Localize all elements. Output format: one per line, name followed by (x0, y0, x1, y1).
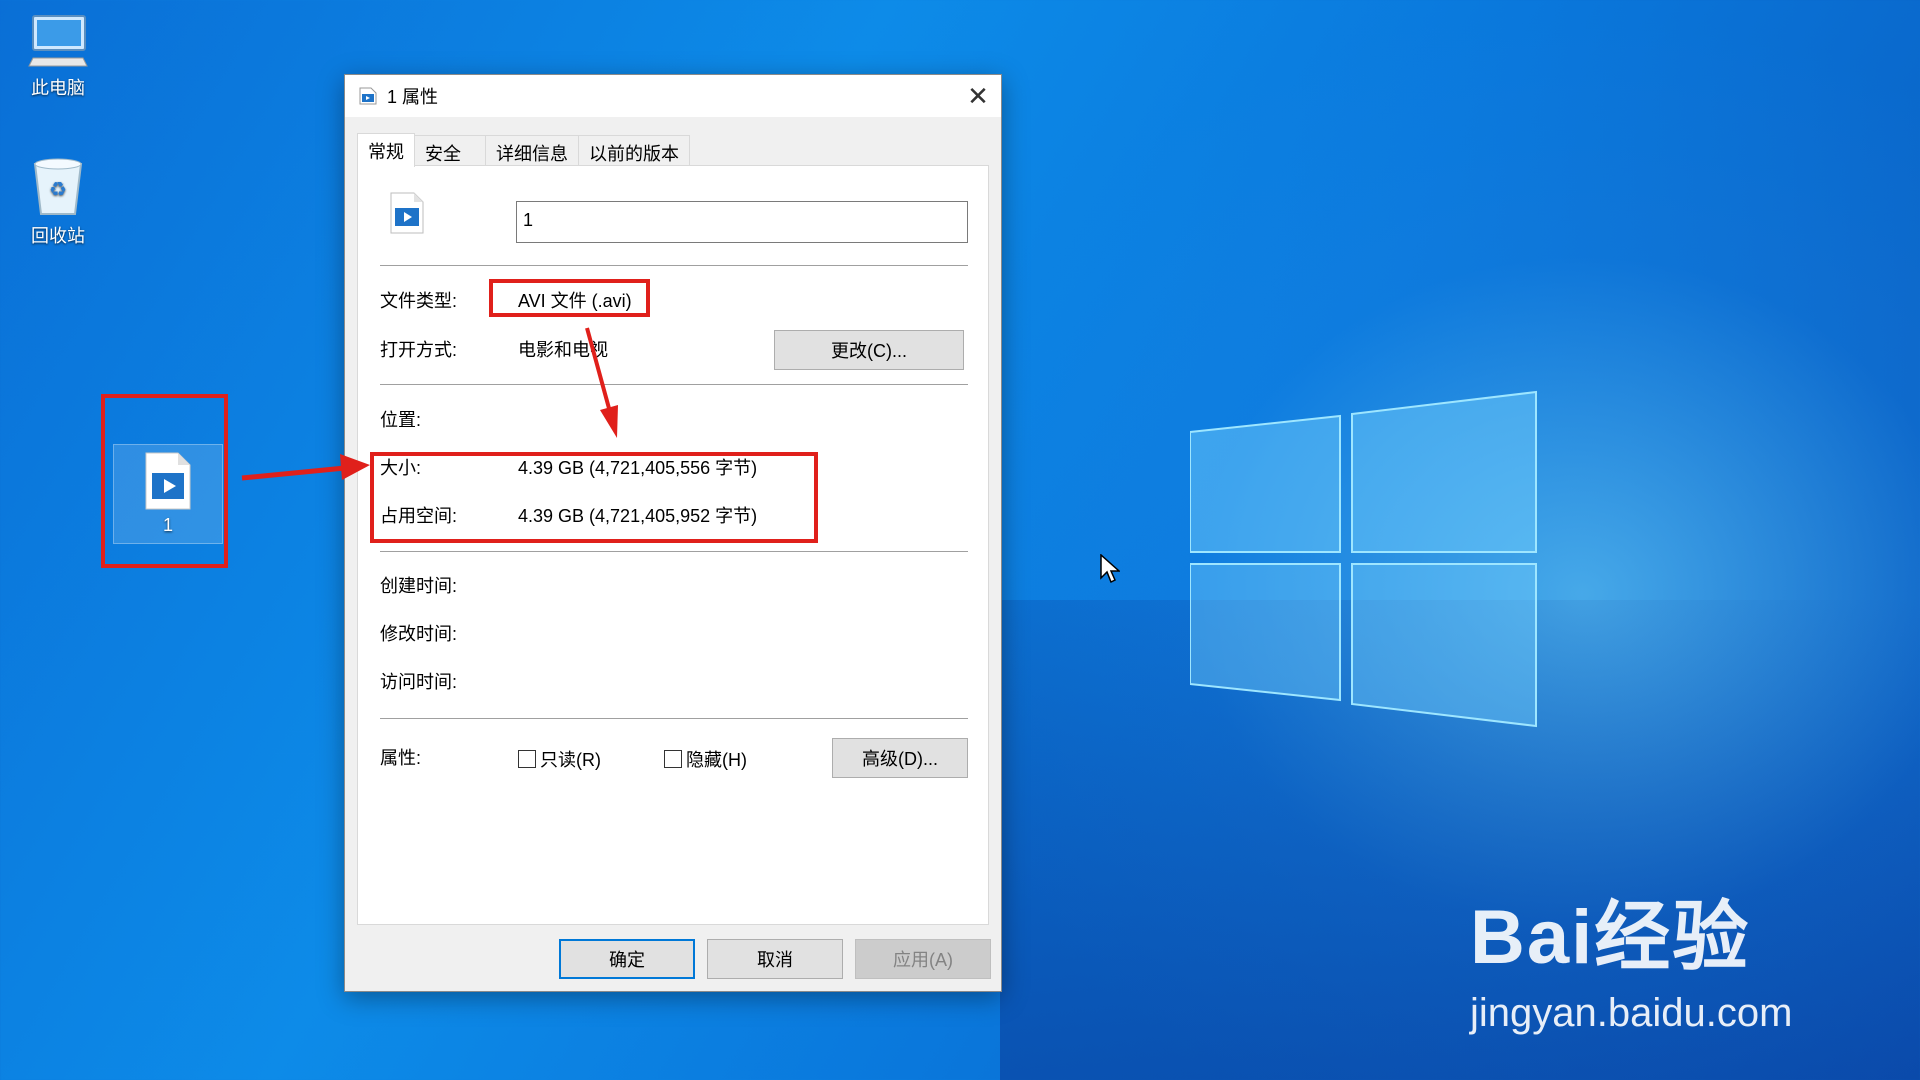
ok-button[interactable]: 确定 (559, 939, 695, 979)
change-button[interactable]: 更改(C)... (774, 330, 964, 370)
attributes-label: 属性: (380, 748, 422, 768)
location-label: 位置: (380, 410, 422, 430)
video-file-icon (390, 192, 424, 234)
advanced-button[interactable]: 高级(D)... (832, 738, 968, 778)
checkbox-box[interactable] (518, 750, 536, 768)
file-type-label: 文件类型: (380, 291, 458, 311)
filename-input[interactable]: 1 (516, 201, 968, 243)
readonly-checkbox[interactable]: 只读(R) (518, 746, 601, 772)
accessed-label: 访问时间: (380, 672, 458, 692)
recycle-bin-icon: ♻ (33, 158, 83, 215)
divider (380, 265, 968, 266)
dialog-title: 1 属性 (387, 87, 439, 107)
annotation-box-file-icon (101, 394, 228, 568)
desktop-icon-label: 此电脑 (31, 78, 85, 98)
hidden-label: 隐藏(H) (686, 750, 747, 770)
divider (380, 384, 968, 385)
watermark-brand: Bai经验 (1470, 895, 1751, 980)
general-panel: 1 文件类型: AVI 文件 (.avi) 打开方式: 电影和电视 更改(C).… (357, 165, 989, 925)
divider (380, 718, 968, 719)
tab-previous-versions[interactable]: 以前的版本 (578, 135, 690, 165)
opens-with-value: 电影和电视 (518, 340, 608, 360)
close-button[interactable]: ✕ (955, 75, 1001, 117)
checkbox-box[interactable] (664, 750, 682, 768)
tab-details[interactable]: 详细信息 (485, 135, 579, 165)
hidden-checkbox[interactable]: 隐藏(H) (664, 746, 747, 772)
cancel-button[interactable]: 取消 (707, 939, 843, 979)
computer-icon (28, 15, 88, 67)
created-label: 创建时间: (380, 576, 458, 596)
modified-label: 修改时间: (380, 624, 458, 644)
watermark-url: jingyan.baidu.com (1470, 991, 1793, 1035)
desktop-icon-recycle-bin[interactable]: ♻ 回收站 (3, 156, 113, 248)
apply-button[interactable]: 应用(A) (855, 939, 991, 979)
desktop-icon-label: 回收站 (31, 226, 85, 246)
divider (380, 551, 968, 552)
readonly-label: 只读(R) (540, 750, 601, 770)
dialog-titlebar[interactable]: 1 属性 ✕ (345, 75, 1001, 117)
close-icon: ✕ (967, 80, 989, 111)
arrow-line-to-size (241, 465, 346, 481)
svg-text:♻: ♻ (49, 177, 67, 201)
annotation-box-size (370, 452, 818, 543)
tab-bar: 常规 安全 详细信息 以前的版本 (357, 133, 690, 167)
baidu-watermark: Bai经验 jingyan.baidu.com (1470, 875, 1792, 1036)
tab-general[interactable]: 常规 (357, 133, 415, 167)
opens-with-label: 打开方式: (380, 340, 458, 360)
mouse-cursor-icon (1100, 554, 1120, 584)
windows-logo (1190, 390, 1537, 728)
annotation-box-file-type (489, 279, 650, 317)
video-file-icon (359, 87, 377, 105)
tab-security[interactable]: 安全 (414, 135, 486, 165)
desktop-icon-this-pc[interactable]: 此电脑 (3, 12, 113, 100)
